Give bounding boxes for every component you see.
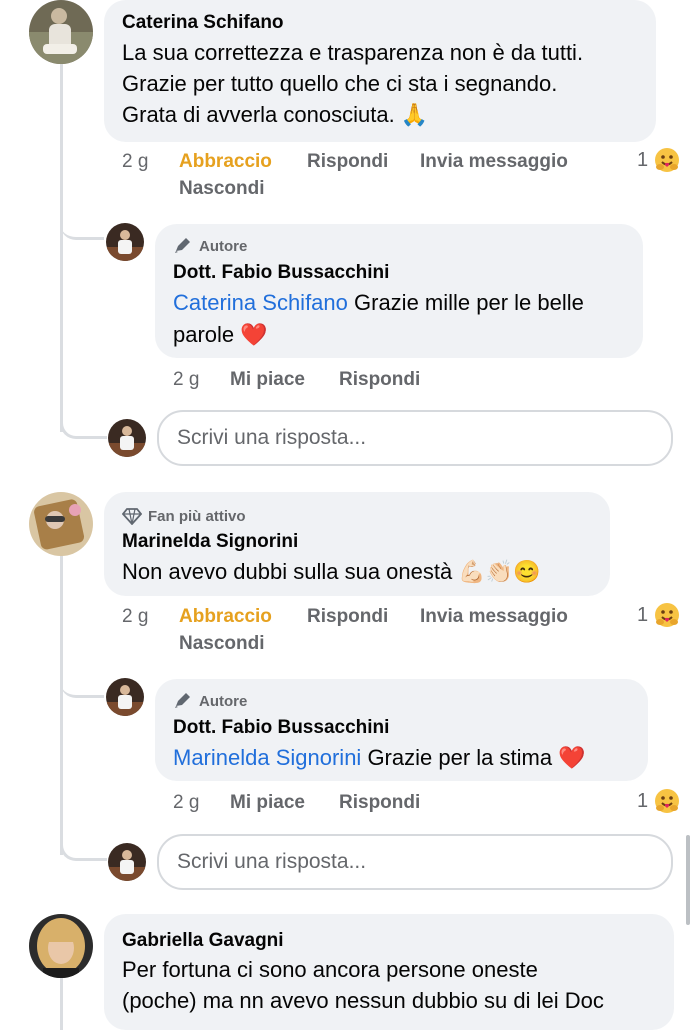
avatar: [108, 419, 146, 457]
pencil-icon: [175, 693, 190, 708]
comment-author[interactable]: Gabriella Gavagni: [122, 930, 284, 952]
reply-text: Grazie mille per le belle: [347, 290, 584, 315]
reply-input-placeholder: Scrivi una risposta...: [177, 850, 367, 873]
like-button[interactable]: Mi piace: [230, 369, 305, 391]
reply-author[interactable]: Dott. Fabio Bussacchini: [173, 262, 389, 284]
reply-text-line: Marinelda Signorini Grazie per la stima …: [173, 742, 586, 773]
avatar[interactable]: [29, 492, 93, 556]
comment-bubble: Gabriella Gavagni Per fortuna ci sono an…: [104, 914, 674, 1030]
comment-text-line: La sua correttezza e trasparenza non è d…: [122, 40, 584, 65]
reply-button[interactable]: Rispondi: [307, 606, 388, 628]
comment-text-line: (poche) ma nn avevo nessun dubbio su di …: [122, 988, 604, 1013]
hug-emoji-icon[interactable]: [654, 147, 680, 173]
comment-author[interactable]: Marinelda Signorini: [122, 531, 298, 553]
avatar: [108, 843, 146, 881]
reply-time[interactable]: 2 g: [173, 792, 199, 814]
send-message-button[interactable]: Invia messaggio: [420, 151, 568, 173]
reply-text-line: Caterina Schifano Grazie mille per le be…: [173, 287, 584, 318]
reply-input[interactable]: Scrivi una risposta...: [157, 834, 673, 890]
comment-text-line: Grazie per tutto quello che ci sta i seg…: [122, 71, 558, 96]
reaction-count[interactable]: 1: [637, 149, 648, 172]
comment-author[interactable]: Caterina Schifano: [122, 12, 284, 34]
comment-text: Non avevo dubbi sulla sua onestà 💪🏻👏🏻😊: [122, 559, 541, 584]
avatar[interactable]: [29, 0, 93, 64]
thread-branch: [60, 655, 104, 698]
reaction-count[interactable]: 1: [637, 604, 648, 627]
avatar[interactable]: [106, 223, 144, 261]
avatar[interactable]: [29, 914, 93, 978]
hug-emoji-icon[interactable]: [654, 602, 680, 628]
hide-button[interactable]: Nascondi: [179, 178, 265, 200]
comment-time[interactable]: 2 g: [122, 151, 148, 173]
reply-button[interactable]: Rispondi: [339, 792, 420, 814]
thread-line: [60, 978, 63, 1030]
hug-reaction-button[interactable]: Abbraccio: [179, 606, 272, 628]
hug-reaction-button[interactable]: Abbraccio: [179, 151, 272, 173]
reply-button[interactable]: Rispondi: [339, 369, 420, 391]
fan-badge: Fan più attivo: [148, 508, 246, 525]
pencil-icon: [175, 238, 190, 253]
comment-bubble: Caterina Schifano La sua correttezza e t…: [104, 0, 656, 142]
like-button[interactable]: Mi piace: [230, 792, 305, 814]
send-message-button[interactable]: Invia messaggio: [420, 606, 568, 628]
reply-text: Grazie per la stima ❤️: [361, 745, 586, 770]
reply-author[interactable]: Dott. Fabio Bussacchini: [173, 717, 389, 739]
reaction-count[interactable]: 1: [637, 790, 648, 813]
thread-branch: [60, 400, 107, 439]
reply-bubble: Autore Dott. Fabio Bussacchini Marinelda…: [155, 679, 648, 781]
thread-line: [60, 62, 63, 432]
comment-text-line: Per fortuna ci sono ancora persone onest…: [122, 957, 538, 982]
reply-text-line: parole ❤️: [173, 322, 268, 347]
reply-time[interactable]: 2 g: [173, 369, 199, 391]
author-badge: Autore: [199, 238, 248, 255]
thread-branch: [60, 195, 104, 240]
scrollbar[interactable]: [686, 835, 690, 925]
thread-line: [60, 555, 63, 855]
reply-input-placeholder: Scrivi una risposta...: [177, 426, 367, 449]
comment-time[interactable]: 2 g: [122, 606, 148, 628]
mention-link[interactable]: Caterina Schifano: [173, 290, 348, 315]
comment-bubble: Fan più attivo Marinelda Signorini Non a…: [104, 492, 610, 596]
author-badge: Autore: [199, 693, 248, 710]
diamond-icon: [122, 508, 142, 525]
reply-button[interactable]: Rispondi: [307, 151, 388, 173]
avatar[interactable]: [106, 678, 144, 716]
thread-branch: [60, 820, 107, 861]
comment-text-line: Grata di avverla conosciuta. 🙏: [122, 102, 429, 127]
hug-emoji-icon[interactable]: [654, 788, 680, 814]
reply-input[interactable]: Scrivi una risposta...: [157, 410, 673, 466]
reply-bubble: Autore Dott. Fabio Bussacchini Caterina …: [155, 224, 643, 358]
hide-button[interactable]: Nascondi: [179, 633, 265, 655]
mention-link[interactable]: Marinelda Signorini: [173, 745, 361, 770]
